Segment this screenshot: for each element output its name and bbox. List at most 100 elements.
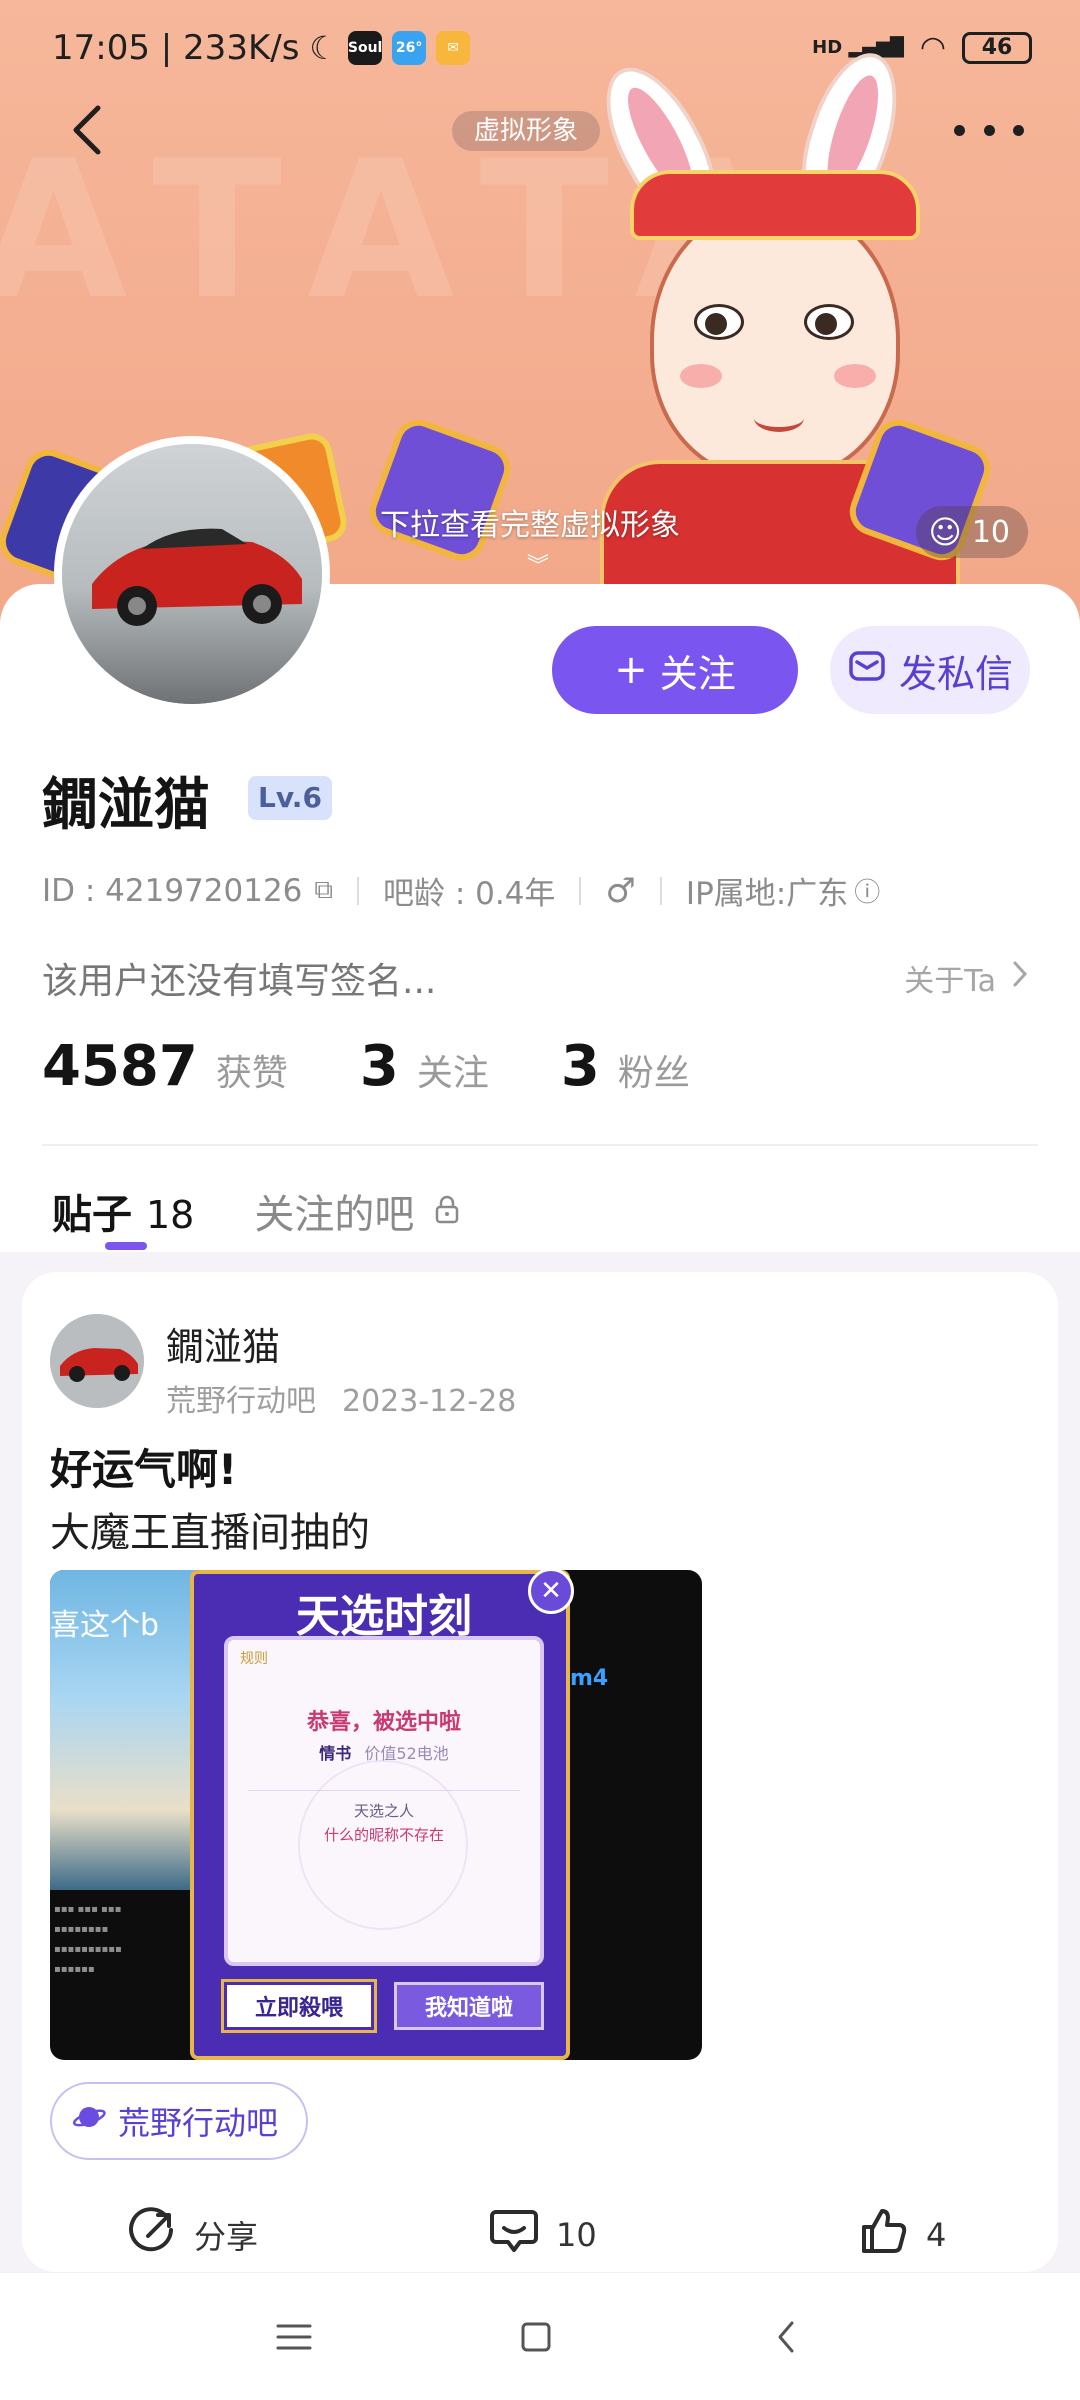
smile-icon: ☺ [928,513,962,551]
modal-content: 规则 恭喜，被选中啦 情书 价值52电池 天选之人 什么的昵称不存在 [224,1636,544,1966]
lottery-modal: 天选时刻 ✕ 规则 恭喜，被选中啦 情书 价值52电池 天选之人 什么的昵称不存… [190,1570,574,2060]
back-icon[interactable] [60,100,120,160]
divider [42,1144,1038,1146]
follow-button[interactable]: + 关注 [552,626,798,714]
home-icon[interactable] [506,2307,566,2367]
followers-label: 粉丝 [617,1053,690,1094]
male-icon: ♂ [605,870,636,911]
post-date: 2023-12-28 [342,1384,517,1419]
divider [356,876,359,905]
image-chat-area: ▪▪▪ ▪▪▪ ▪▪▪ ▪▪▪▪▪▪▪▪ ▪▪▪▪▪▪▪▪▪▪ ▪▪▪▪▪▪ [54,1904,122,1975]
post-meta: 荒野行动吧 2023-12-28 [166,1376,516,1420]
post-forum[interactable]: 荒野行动吧 [166,1384,316,1419]
like-button[interactable]: 4 [858,2190,946,2280]
follow-button-label: 关注 [659,651,736,696]
ip-location: IP属地:广东 [685,876,849,912]
modal-prize: 情书 价值52电池 [228,1740,540,1764]
image-side-text: m4 [570,1666,609,1691]
profile-tabs: 贴子 18 关注的吧 [52,1182,460,1240]
system-nav-bar [0,2272,1080,2400]
copy-icon[interactable]: ⧉ [314,875,333,906]
back-nav-icon[interactable] [756,2307,816,2367]
tab-posts-count: 18 [146,1193,195,1237]
modal-left-button: 立即殺喂 [221,1979,377,2033]
user-avatar[interactable] [54,436,330,712]
divider [659,876,662,905]
profile-meta-row: ID : 4219720126 ⧉ 吧龄 : 0.4年 ♂ IP属地:广东 ⓘ [42,868,880,913]
user-bio: 该用户还没有填写签名... [42,961,437,1002]
followers-count[interactable]: 3 [561,1034,600,1099]
post-title[interactable]: 好运气啊! [50,1436,237,1497]
planet-icon [72,2100,106,2142]
modal-congrats: 恭喜，被选中啦 [306,1710,461,1735]
profile-stats: 4587 获赞 3 关注 3 粉丝 [42,1034,762,1099]
character-mouth [754,404,804,432]
avatar-like-count: 10 [971,514,1010,550]
modal-prize-name: 情书 [319,1744,352,1763]
user-id: ID : 4219720126 [42,872,303,909]
lock-icon [434,1188,460,1234]
following-label: 关注 [416,1053,489,1094]
modal-right-button: 我知道啦 [394,1982,544,2030]
comment-icon [488,2206,540,2264]
mail-app-icon: ✉ [436,31,471,65]
tab-posts[interactable]: 贴子 18 [52,1182,194,1240]
modal-rule-label: 规则 [240,1651,268,1667]
double-chevron-down-icon: ︾ [527,554,550,579]
modal-decoration-circle [298,1760,468,1930]
character-eye-left [694,304,744,340]
likes-count[interactable]: 4587 [42,1034,198,1099]
like-count: 4 [926,2216,947,2254]
forum-tag[interactable]: 荒野行动吧 [50,2082,309,2160]
modal-prize-value: 价值52电池 [364,1744,449,1763]
modal-chosen-label: 天选之人 [353,1802,414,1820]
following-count[interactable]: 3 [360,1034,399,1099]
about-link-label: 关于Ta [904,964,996,999]
status-left: 17:05 | 233K/s ☾ Soul 26° ✉ [52,28,471,68]
share-icon [128,2206,178,2264]
comment-count: 10 [556,2216,597,2254]
forum-tag-label: 荒野行动吧 [118,2104,279,2142]
tab-posts-label: 贴子 [52,1192,132,1238]
soul-app-icon: Soul [348,31,382,65]
status-time: 17:05 | 233K/s [52,28,300,68]
help-icon[interactable]: ⓘ [854,872,880,909]
about-link[interactable]: 关于Ta [904,956,1030,1000]
close-icon: ✕ [528,1570,574,1614]
character-eye-right [804,304,854,340]
username: 鐗湴猫 [42,773,210,838]
character-hat [630,170,920,240]
thumbs-up-icon [858,2205,910,2265]
modal-title: 天选时刻 [296,1591,472,1642]
tab-indicator [105,1242,147,1250]
divider [248,1790,520,1791]
character-cheek-left [680,364,722,388]
weather-app-icon: 26° [392,31,427,65]
image-overlay-text: 喜这个b [50,1608,160,1643]
post-actions: 分享 10 4 [0,2190,1080,2280]
post-author-avatar[interactable] [50,1314,144,1408]
message-button[interactable]: 发私信 [830,626,1030,714]
modal-nickname: 什么的昵称不存在 [323,1826,444,1844]
menu-icon[interactable] [264,2307,324,2367]
avatar-like-button[interactable]: ☺ 10 [916,506,1028,558]
forum-age: 吧龄 : 0.4年 [382,876,556,912]
tab-followed-forums[interactable]: 关注的吧 [254,1182,460,1240]
divider [579,876,582,905]
tab-followed-label: 关注的吧 [254,1192,415,1238]
message-button-label: 发私信 [898,651,1013,696]
character-head [650,200,900,480]
post-image[interactable]: 喜这个b ▪▪▪ ▪▪▪ ▪▪▪ ▪▪▪▪▪▪▪▪ ▪▪▪▪▪▪▪▪▪▪ ▪▪▪▪▪▪… [50,1570,702,2060]
level-badge[interactable]: Lv.6 [248,776,332,820]
post-body[interactable]: 大魔王直播间抽的 [50,1500,370,1558]
share-button[interactable]: 分享 [128,2190,258,2280]
post-author-name[interactable]: 鐗湴猫 [166,1316,280,1371]
pull-down-hint: 下拉查看完整虚拟形象 [380,508,680,543]
chevron-right-icon [1010,959,1030,997]
share-label: 分享 [194,2218,259,2256]
plus-icon: + [614,647,648,693]
likes-label: 获赞 [215,1053,288,1094]
message-icon [847,646,887,695]
character-cheek-right [834,364,876,388]
comment-button[interactable]: 10 [488,2190,597,2280]
